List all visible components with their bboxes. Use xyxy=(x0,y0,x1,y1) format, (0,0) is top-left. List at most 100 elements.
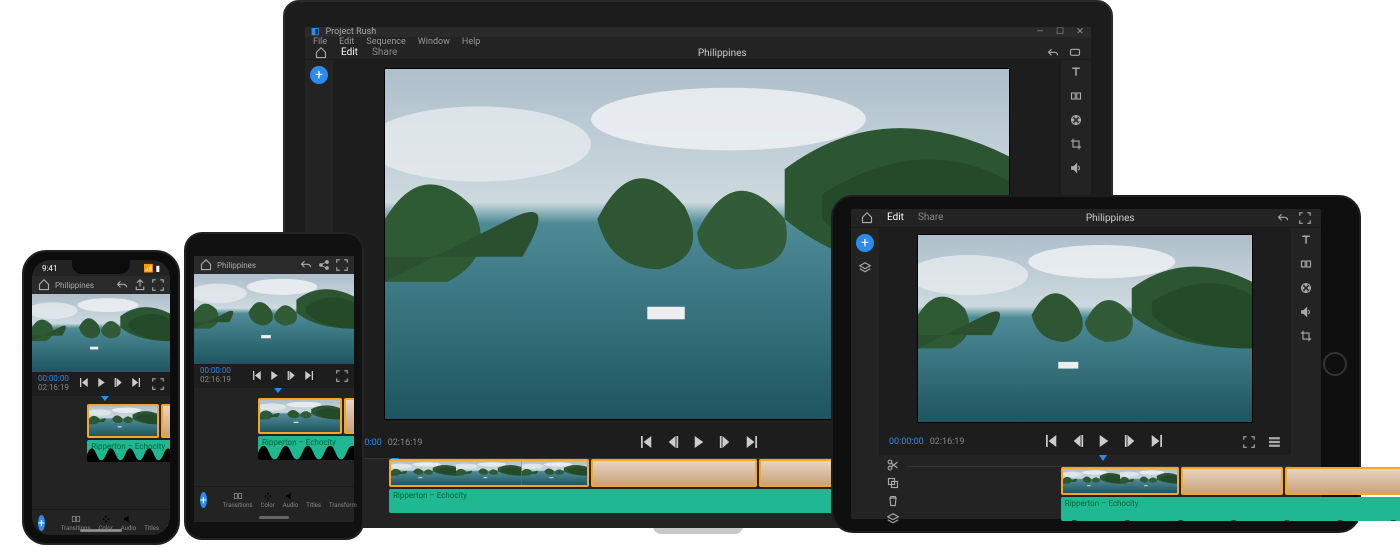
total-time: 02:16:19 xyxy=(200,376,231,385)
skip-forward-button[interactable] xyxy=(304,371,313,382)
undo-icon[interactable] xyxy=(116,279,128,291)
share-icon[interactable] xyxy=(318,259,330,271)
skip-back-button[interactable] xyxy=(1046,435,1058,450)
tablet-home-button[interactable] xyxy=(1323,352,1347,376)
export-icon[interactable] xyxy=(134,279,146,291)
play-button[interactable] xyxy=(1098,435,1110,450)
tablet-app: Edit Share Philippines + xyxy=(851,209,1321,519)
window-close-button[interactable]: ✕ xyxy=(1075,27,1085,37)
trash-icon[interactable] xyxy=(887,495,899,507)
step-forward-button[interactable] xyxy=(114,378,123,389)
layers-icon[interactable] xyxy=(859,262,871,274)
home-indicator[interactable] xyxy=(80,529,122,532)
full-icon[interactable] xyxy=(1299,212,1311,224)
tab-share[interactable]: Share xyxy=(918,212,943,224)
play-button[interactable] xyxy=(97,378,106,389)
full-icon[interactable] xyxy=(152,279,164,291)
total-time: 02:16:19 xyxy=(38,384,69,393)
project-title: Philippines xyxy=(698,48,747,59)
home-icon[interactable] xyxy=(200,259,212,271)
step-forward-button[interactable] xyxy=(287,371,296,382)
tablet-device: Edit Share Philippines + xyxy=(831,195,1361,533)
transitions-icon[interactable] xyxy=(1070,90,1082,102)
android-nav-bar xyxy=(194,512,354,522)
project-title: Philippines xyxy=(217,261,256,270)
app-title: Project Rush xyxy=(326,27,377,37)
playhead-icon[interactable] xyxy=(1099,455,1107,461)
add-media-button[interactable]: + xyxy=(310,66,328,84)
add-media-button[interactable]: + xyxy=(856,234,874,252)
menu-icon[interactable] xyxy=(1269,436,1281,448)
undo-icon[interactable] xyxy=(1277,212,1289,224)
menu-sequence[interactable]: Sequence xyxy=(366,37,405,47)
home-icon[interactable] xyxy=(38,279,50,291)
add-media-button[interactable]: + xyxy=(38,515,45,531)
video-preview[interactable] xyxy=(32,294,170,372)
layers-icon[interactable] xyxy=(887,513,899,525)
tool-color[interactable]: Color xyxy=(260,491,274,509)
window-minimize-button[interactable]: — xyxy=(1035,27,1045,37)
menu-bar: File Edit Sequence Window Help xyxy=(305,37,1091,47)
fullscreen-icon[interactable] xyxy=(152,378,164,390)
video-preview[interactable] xyxy=(879,228,1291,429)
duplicate-icon[interactable] xyxy=(887,477,899,489)
fullscreen-icon[interactable] xyxy=(1243,436,1255,448)
step-forward-button[interactable] xyxy=(719,436,731,451)
skip-back-button[interactable] xyxy=(253,371,262,382)
skip-back-button[interactable] xyxy=(80,378,89,389)
full-icon[interactable] xyxy=(336,259,348,271)
step-forward-button[interactable] xyxy=(1124,435,1136,450)
fullscreen-icon[interactable] xyxy=(336,370,348,382)
add-media-button[interactable]: + xyxy=(200,492,207,508)
titles-icon[interactable] xyxy=(1300,234,1312,246)
titles-icon[interactable] xyxy=(1070,66,1082,78)
menu-help[interactable]: Help xyxy=(462,37,480,47)
home-icon[interactable] xyxy=(315,47,327,59)
timeline[interactable]: Ripperton – Echocity xyxy=(194,388,354,486)
comment-icon[interactable] xyxy=(1069,47,1081,59)
undo-icon[interactable] xyxy=(1047,47,1059,59)
skip-forward-button[interactable] xyxy=(131,378,140,389)
window-maximize-button[interactable]: ☐ xyxy=(1055,27,1065,37)
video-preview[interactable] xyxy=(194,274,354,364)
crop-icon[interactable] xyxy=(1300,330,1312,342)
tool-transform[interactable]: Transform xyxy=(167,514,170,532)
android-app: Philippines 00:00:00 02:16:19 xyxy=(194,256,354,522)
audio-icon[interactable] xyxy=(1300,306,1312,318)
tool-transform[interactable]: Transform xyxy=(329,491,357,509)
menu-window[interactable]: Window xyxy=(418,37,450,47)
step-back-button[interactable] xyxy=(1072,435,1084,450)
undo-icon[interactable] xyxy=(300,259,312,271)
skip-back-button[interactable] xyxy=(641,436,653,451)
tab-share[interactable]: Share xyxy=(372,47,397,59)
play-button[interactable] xyxy=(270,371,279,382)
step-back-button[interactable] xyxy=(667,436,679,451)
tool-audio[interactable]: Audio xyxy=(121,514,136,532)
current-time: 00:00:00 xyxy=(889,437,924,447)
home-icon[interactable] xyxy=(861,212,873,224)
menu-edit[interactable]: Edit xyxy=(339,37,354,47)
timeline[interactable]: Ripperton – Echocity xyxy=(879,455,1291,519)
transitions-icon[interactable] xyxy=(1300,258,1312,270)
iphone-device: 9:41 📶 ▮ Philippines 00:00:00 xyxy=(22,250,180,545)
tab-edit[interactable]: Edit xyxy=(887,212,904,224)
tab-edit[interactable]: Edit xyxy=(341,47,358,59)
crop-icon[interactable] xyxy=(1070,138,1082,150)
playhead-icon[interactable] xyxy=(101,396,109,401)
audio-icon[interactable] xyxy=(1070,162,1082,174)
tool-titles[interactable]: Titles xyxy=(144,514,159,532)
skip-forward-button[interactable] xyxy=(745,436,757,451)
tool-audio[interactable]: Audio xyxy=(283,491,298,509)
menu-file[interactable]: File xyxy=(313,37,327,47)
tool-transitions[interactable]: Transitions xyxy=(223,491,253,509)
status-icons: 📶 ▮ xyxy=(144,264,160,273)
color-icon[interactable] xyxy=(1300,282,1312,294)
skip-forward-button[interactable] xyxy=(1150,435,1162,450)
tool-titles[interactable]: Titles xyxy=(306,491,321,509)
color-icon[interactable] xyxy=(1070,114,1082,126)
phone-notch xyxy=(72,260,130,274)
playhead-icon[interactable] xyxy=(274,388,282,393)
scissors-icon[interactable] xyxy=(887,459,899,471)
play-button[interactable] xyxy=(693,436,705,451)
timeline[interactable]: Ripperton – Echocity xyxy=(32,396,170,509)
